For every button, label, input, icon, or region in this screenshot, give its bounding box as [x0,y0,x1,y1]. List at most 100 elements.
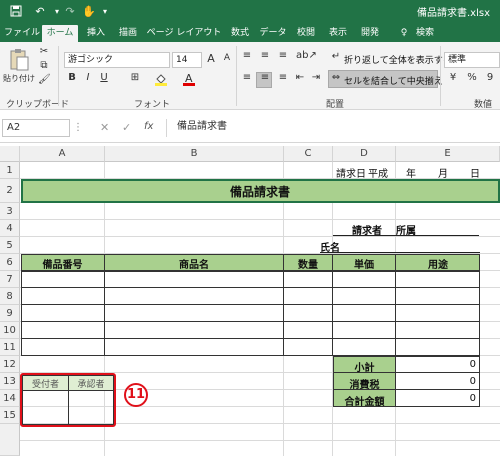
column-header-b[interactable]: B [105,146,284,162]
borders-icon[interactable]: ⊞ [124,72,146,83]
insert-function-icon[interactable]: fx [144,121,153,132]
year-label: 年 [406,169,416,180]
era-label: 平成 [368,169,388,180]
undo-icon[interactable]: ↶ [30,0,50,22]
row-header-3[interactable]: 3 [0,203,20,220]
row-header-11[interactable]: 11 [0,339,20,356]
row-header-12[interactable]: 12 [0,356,20,373]
format-painter-icon[interactable]: 🖌 [38,74,51,85]
row-header-1[interactable]: 1 [0,162,20,179]
name-box[interactable]: A2 [2,119,70,137]
merge-center-button[interactable]: セルを結合して中央揃え [344,74,443,87]
formula-bar: A2 ⋮ ✕ ✓ fx 備品請求書 [0,113,500,143]
row-header-13[interactable]: 13 [0,373,20,390]
redo-icon[interactable]: ↷ [62,0,78,22]
font-size-select[interactable]: 14 [172,52,202,68]
tab-developer[interactable]: 開発 [356,25,384,42]
wrap-text-icon[interactable]: ↵ [330,51,342,62]
chevron-down-icon[interactable]: ▾ [52,0,62,22]
row-header-7[interactable]: 7 [0,271,20,288]
request-date-label: 請求日 [336,169,366,180]
customize-toolbar-icon[interactable]: ▾ [100,0,110,22]
alignment-group-label: 配置 [326,100,345,110]
touch-mode-icon[interactable]: ✋ [80,0,98,22]
subtotal-label: 小計 [354,363,375,374]
tab-file[interactable]: ファイル [4,25,40,42]
cut-icon[interactable]: ✂ [38,46,50,57]
ribbon: 貼り付け ✂ ⧉ 🖌 クリップボード 游ゴシック 14 A A B I U ⊞ … [0,42,500,110]
align-middle-icon[interactable]: ≡ [258,50,272,61]
merge-center-icon[interactable]: ⇔ [330,72,342,83]
column-header-a[interactable]: A [20,146,105,162]
sheet-title: 備品請求書 [229,185,290,199]
decrease-indent-icon[interactable]: ⇤ [294,72,306,83]
subtotal-value: 0 [469,359,476,370]
row-header-5[interactable]: 5 [0,237,20,254]
increase-indent-icon[interactable]: ⇥ [310,72,322,83]
tab-search[interactable]: 検索 [410,25,440,42]
tab-review[interactable]: 校閲 [292,25,320,42]
cancel-icon[interactable]: ✕ [100,121,109,134]
currency-icon[interactable]: ¥ [446,72,460,83]
increase-font-icon[interactable]: A [204,52,218,65]
row-header-14[interactable]: 14 [0,390,20,407]
column-header-d[interactable]: D [333,146,396,162]
header-product-name: 商品名 [179,260,209,271]
formula-input[interactable]: 備品請求書 [166,119,500,137]
row-header-10[interactable]: 10 [0,322,20,339]
tab-page-layout[interactable]: ページ レイアウト [146,25,222,42]
tax-value: 0 [469,376,476,387]
tab-formulas[interactable]: 数式 [226,25,254,42]
italic-button[interactable]: I [82,72,94,83]
header-item-number: 備品番号 [42,260,83,271]
font-name-select[interactable]: 游ゴシック [64,52,170,68]
align-top-icon[interactable]: ≡ [240,50,254,61]
tab-insert[interactable]: 挿入 [82,25,110,42]
lightbulb-icon: ♀ [400,28,408,38]
align-left-icon[interactable]: ≡ [240,72,254,83]
month-label: 月 [438,169,448,180]
font-color-icon[interactable]: A [178,72,200,89]
save-icon[interactable] [8,0,24,22]
row-header-9[interactable]: 9 [0,305,20,322]
paste-icon[interactable] [6,48,32,76]
font-group-label: フォント [134,100,171,110]
column-header-e[interactable]: E [396,146,500,162]
align-bottom-icon[interactable]: ≡ [276,50,290,61]
item-table-body [21,271,480,356]
header-purpose: 用途 [428,260,448,271]
clipboard-group-label: クリップボード [6,100,70,110]
tab-home[interactable]: ホーム [42,25,78,42]
wrap-text-button[interactable]: 折り返して全体を表示する [344,53,452,66]
column-header-c[interactable]: C [284,146,333,162]
bold-button[interactable]: B [66,72,78,83]
underline-button[interactable]: U [98,72,110,83]
tab-view[interactable]: 表示 [324,25,352,42]
tab-data[interactable]: データ [258,25,288,42]
align-right-icon[interactable]: ≡ [276,72,290,83]
window-title: 備品請求書.xlsx [416,8,490,19]
comma-style-icon[interactable]: 9 [484,72,496,83]
tax-label: 消費税 [349,380,380,391]
select-all-corner[interactable] [0,146,20,162]
tab-draw[interactable]: 描画 [114,25,142,42]
orientation-icon[interactable]: ab↗ [296,50,317,61]
align-center-icon[interactable]: ≡ [258,72,272,83]
percent-icon[interactable]: % [466,72,478,83]
row-header-16 [0,424,20,456]
paste-label[interactable]: 貼り付け [3,73,35,84]
row-header-4[interactable]: 4 [0,220,20,237]
number-format-select[interactable]: 標準 [444,52,500,68]
header-quantity: 数量 [298,260,318,271]
name-box-dropdown-icon[interactable]: ⋮ [73,122,83,133]
total-value: 0 [469,393,476,404]
row-header-6[interactable]: 6 [0,254,20,271]
enter-icon[interactable]: ✓ [122,121,131,134]
row-header-15[interactable]: 15 [0,407,20,424]
fill-color-icon[interactable] [150,72,172,89]
copy-icon[interactable]: ⧉ [38,60,50,71]
row-header-8[interactable]: 8 [0,288,20,305]
decrease-font-icon[interactable]: A [220,53,234,63]
day-label: 日 [470,169,480,180]
header-unit-price: 単価 [354,260,374,271]
